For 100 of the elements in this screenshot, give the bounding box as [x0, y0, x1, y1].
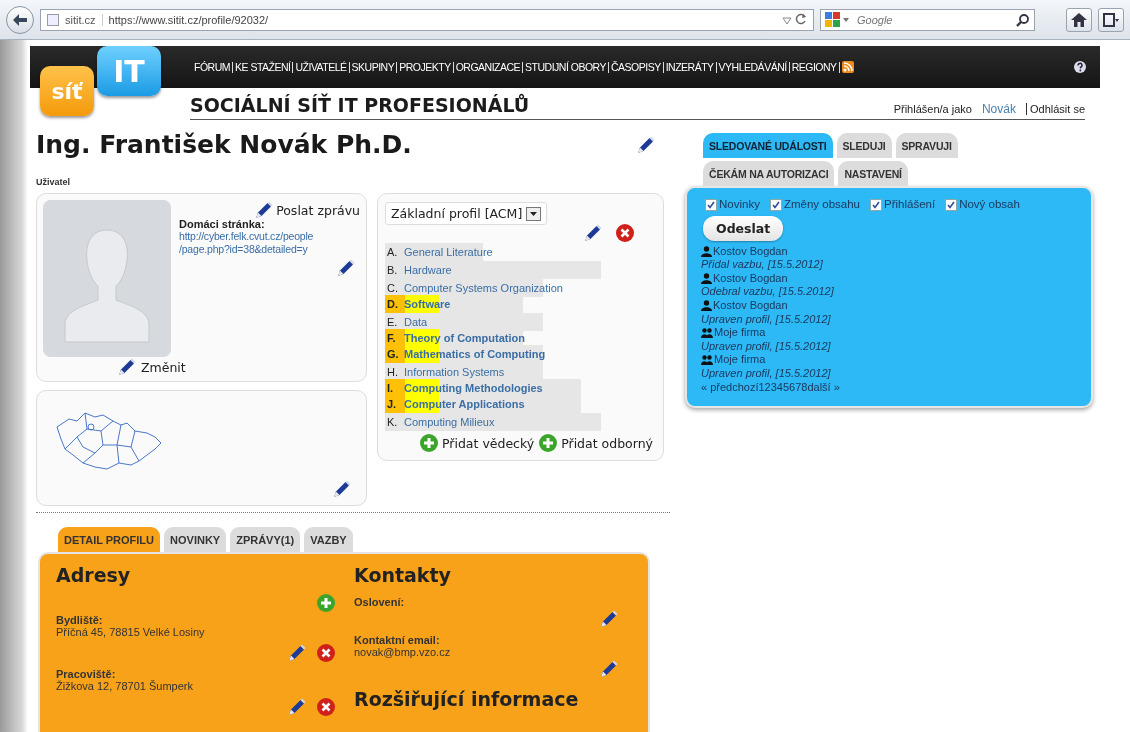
- category-link[interactable]: Information Systems: [404, 366, 505, 378]
- pen-icon[interactable]: [636, 134, 656, 155]
- nav-link[interactable]: ORGANIZACE: [453, 61, 524, 73]
- category-letter: J.: [386, 398, 398, 410]
- pen-icon[interactable]: [117, 357, 137, 377]
- checkbox[interactable]: [870, 198, 882, 211]
- category-link[interactable]: Hardware: [404, 264, 452, 276]
- category-letter: K.: [386, 416, 399, 428]
- user-link[interactable]: Novák: [981, 102, 1016, 116]
- field-label: Pracoviště:: [56, 668, 117, 680]
- category-letter: A.: [386, 246, 399, 258]
- delete-icon[interactable]: [615, 223, 635, 243]
- pagination[interactable]: « předchozí12345678další »: [701, 380, 1077, 395]
- nav-link[interactable]: VYHLEDÁVÁNÍ: [716, 61, 790, 73]
- field-label: Kontaktní email:: [354, 634, 441, 646]
- rss-icon[interactable]: [841, 61, 854, 73]
- event-description: Odebral vazbu, [15.5.2012]: [701, 285, 835, 299]
- pen-icon[interactable]: [254, 200, 275, 220]
- event-actor-link[interactable]: Kostov Bogdan: [713, 244, 788, 259]
- nav-link[interactable]: SKUPINY: [349, 61, 398, 73]
- category-letter: C.: [386, 282, 399, 294]
- event-actor-link[interactable]: Moje firma: [714, 353, 766, 367]
- tab[interactable]: VAZBY: [304, 527, 353, 552]
- add-scientific-link[interactable]: Přidat vědecký: [419, 433, 535, 453]
- nav-link[interactable]: ČASOPISY: [609, 61, 664, 73]
- pen-icon[interactable]: [336, 258, 356, 278]
- event-actor-link[interactable]: Kostov Bogdan: [713, 271, 788, 286]
- pen-icon[interactable]: [583, 223, 603, 243]
- add-icon[interactable]: [538, 433, 559, 453]
- category-letter: E.: [386, 316, 399, 328]
- send-message-link[interactable]: Poslat zprávu: [254, 200, 360, 220]
- event-description: Upraven profil, [15.5.2012]: [701, 312, 832, 327]
- nav-link[interactable]: REGIONY: [789, 61, 840, 73]
- pen-icon[interactable]: [332, 479, 352, 499]
- tab[interactable]: ZPRÁVY(1): [230, 527, 301, 552]
- event-actor-link[interactable]: Kostov Bogdan: [713, 298, 788, 313]
- submit-button[interactable]: Odeslat: [703, 215, 784, 241]
- checkbox-label: Novinky: [719, 198, 760, 212]
- pen-icon[interactable]: [287, 697, 307, 717]
- login-label: Přihlášen/a jako: [893, 103, 972, 115]
- delete-icon[interactable]: [316, 643, 336, 663]
- home-button[interactable]: [1066, 7, 1092, 32]
- add-icon[interactable]: [419, 433, 439, 453]
- category-letter: G.: [386, 348, 400, 360]
- category-letter: F.: [386, 332, 397, 344]
- category-link[interactable]: Data: [404, 316, 428, 328]
- search-icon[interactable]: [1016, 12, 1030, 27]
- field-value: Žižkova 12, 78701 Šumperk: [56, 680, 194, 692]
- tab[interactable]: SLEDOVANÉ UDÁLOSTI: [703, 133, 833, 158]
- tab[interactable]: DETAIL PROFILU: [58, 527, 161, 552]
- pen-icon[interactable]: [599, 659, 619, 679]
- nav-link[interactable]: UŽIVATELÉ: [293, 61, 350, 73]
- tab[interactable]: SLEDUJI: [836, 133, 892, 158]
- checkbox[interactable]: [705, 198, 717, 211]
- change-photo-link[interactable]: Změnit: [117, 357, 360, 377]
- profile-name: Ing. František Novák Ph.D.: [36, 130, 412, 159]
- field-label: Oslovení:: [354, 596, 406, 608]
- logout-link[interactable]: Odhlásit se: [1025, 103, 1085, 115]
- nav-link[interactable]: KE STAŽENÍ: [233, 61, 294, 73]
- site-identity[interactable]: sitit.cz: [65, 13, 103, 26]
- tab[interactable]: SPRAVUJI: [895, 133, 958, 158]
- category-letter: I.: [386, 382, 395, 394]
- category-letter: H.: [386, 366, 399, 378]
- category-link[interactable]: Computing Milieux: [404, 416, 495, 428]
- tab[interactable]: NOVINKY: [164, 527, 227, 552]
- checkbox[interactable]: [769, 198, 782, 211]
- window-icon: [1103, 12, 1119, 27]
- pen-icon[interactable]: [287, 643, 307, 663]
- add-professional-link[interactable]: Přidat odborný: [538, 433, 653, 453]
- checkbox[interactable]: [945, 198, 958, 211]
- checkbox-label: Nový obsah: [959, 198, 1020, 212]
- back-button[interactable]: [6, 5, 34, 34]
- address-bar[interactable]: sitit.cz https://www.sitit.cz/profile/92032/: [40, 8, 814, 31]
- homepage-link[interactable]: http://cyber.felk.cvut.cz/people: [179, 230, 360, 243]
- user-icon: [701, 300, 712, 312]
- field-value: novak@bmp.vzo.cz: [354, 646, 452, 658]
- reload-icon[interactable]: [795, 12, 807, 25]
- nav-link[interactable]: FÓRUM: [192, 61, 233, 73]
- back-arrow-icon: [13, 13, 27, 26]
- profile-select[interactable]: Základní profil [ACM]: [385, 202, 548, 225]
- search-engine-icon[interactable]: [825, 11, 851, 28]
- tab[interactable]: NASTAVENÍ: [838, 161, 908, 186]
- delete-icon[interactable]: [316, 697, 336, 717]
- nav-link[interactable]: STUDIJNÍ OBORY: [523, 61, 609, 73]
- pen-icon[interactable]: [599, 609, 619, 629]
- homepage-label: Domáci stránka:: [179, 218, 266, 230]
- search-field[interactable]: Google: [855, 12, 1012, 27]
- add-icon[interactable]: [316, 593, 336, 613]
- event-actor-link[interactable]: Moje firma: [714, 326, 766, 340]
- category-link[interactable]: General Literature: [404, 246, 493, 258]
- dropdown-icon[interactable]: [781, 16, 792, 25]
- category-link[interactable]: Computer Systems Organization: [404, 282, 563, 294]
- nav-link[interactable]: PROJEKTY: [397, 61, 454, 73]
- homepage-link[interactable]: /page.php?id=38&detailed=y: [179, 243, 360, 256]
- search-box[interactable]: Google: [820, 8, 1035, 31]
- url-text: https://www.sitit.cz/profile/92032/: [108, 13, 270, 26]
- help-icon[interactable]: [1074, 61, 1086, 73]
- bookmarks-button[interactable]: [1098, 7, 1124, 32]
- nav-link[interactable]: INZERÁTY: [663, 61, 717, 73]
- tab[interactable]: ČEKÁM NA AUTORIZACI: [703, 161, 835, 186]
